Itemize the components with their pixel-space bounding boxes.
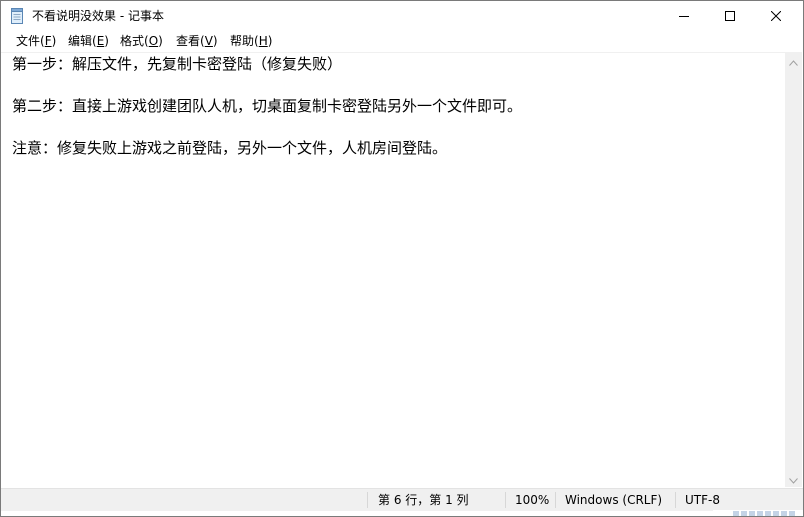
- menu-file[interactable]: 文件(F): [12, 31, 60, 51]
- menu-view-label: 查看(: [176, 34, 205, 48]
- menu-view-end: ): [212, 34, 218, 48]
- status-divider: [367, 492, 368, 508]
- menu-edit-end: ): [104, 34, 109, 48]
- text-line: 注意：修复失败上游戏之前登陆，另外一个文件，人机房间登陆。: [12, 139, 448, 157]
- scroll-down-button[interactable]: [785, 470, 802, 487]
- close-button[interactable]: [753, 1, 799, 31]
- maximize-icon: [725, 11, 735, 21]
- menu-format-end: ): [158, 34, 163, 48]
- text-line: 第一步：解压文件，先复制卡密登陆（修复失败）: [12, 55, 343, 73]
- status-divider: [505, 492, 506, 508]
- menu-file-label: 文件(: [16, 34, 45, 48]
- menu-help-label: 帮助(: [230, 34, 259, 48]
- menu-format[interactable]: 格式(O): [116, 31, 167, 51]
- menu-help-key: H: [258, 34, 268, 48]
- status-divider: [675, 492, 676, 508]
- status-divider: [555, 492, 556, 508]
- notepad-icon: [10, 8, 24, 24]
- minimize-icon: [679, 11, 689, 21]
- minimize-button[interactable]: [661, 1, 707, 31]
- menu-file-end: ): [51, 34, 57, 48]
- menu-format-label: 格式(: [120, 34, 149, 48]
- line-ending: Windows (CRLF): [565, 493, 663, 507]
- menu-bar: 文件(F) 编辑(E) 格式(O) 查看(V) 帮助(H): [1, 31, 803, 51]
- zoom-level: 100%: [515, 493, 550, 507]
- grip-pattern: [733, 511, 797, 516]
- text-editor[interactable]: 第一步：解压文件，先复制卡密登陆（修复失败） 第二步：直接上游戏创建团队人机，切…: [1, 52, 785, 488]
- scroll-down-arrow-icon: [789, 469, 798, 488]
- resize-grip[interactable]: [713, 510, 803, 516]
- notepad-window: 不看说明没效果 - 记事本 文件(F) 编辑(E) 格式(O) 查看(V) 帮助…: [0, 0, 804, 517]
- window-title: 不看说明没效果 - 记事本: [32, 9, 164, 23]
- menu-view[interactable]: 查看(V): [172, 31, 222, 51]
- title-bar[interactable]: 不看说明没效果 - 记事本: [1, 1, 803, 31]
- menu-format-key: O: [148, 34, 159, 48]
- text-line: 第二步：直接上游戏创建团队人机，切桌面复制卡密登陆另外一个文件即可。: [12, 97, 523, 115]
- menu-edit[interactable]: 编辑(E): [64, 31, 113, 51]
- scroll-up-arrow-icon: [789, 51, 798, 70]
- menu-help-end: ): [267, 34, 273, 48]
- menu-file-key: F: [44, 34, 52, 48]
- close-icon: [771, 11, 781, 21]
- menu-view-key: V: [204, 34, 213, 48]
- cursor-position: 第 6 行，第 1 列: [378, 493, 469, 507]
- scroll-up-button[interactable]: [785, 52, 802, 69]
- menu-edit-label: 编辑(: [68, 34, 97, 48]
- maximize-button[interactable]: [707, 1, 753, 31]
- encoding: UTF-8: [685, 493, 720, 507]
- vertical-scrollbar[interactable]: [785, 52, 802, 487]
- status-bar: 第 6 行，第 1 列 100% Windows (CRLF) UTF-8: [1, 488, 803, 511]
- menu-help[interactable]: 帮助(H): [226, 31, 276, 51]
